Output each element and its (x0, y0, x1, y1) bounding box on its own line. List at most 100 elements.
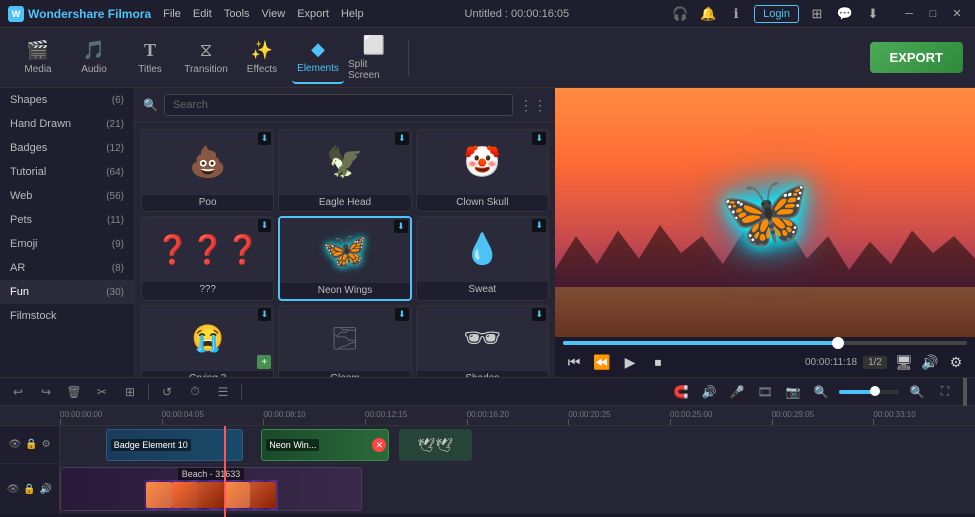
track-vis-video-icon[interactable]: 👁 (7, 484, 20, 495)
tool-media-label: Media (24, 64, 51, 75)
delete-button[interactable]: 🗑 (64, 382, 84, 402)
playhead[interactable] (224, 426, 226, 517)
sidebar-count-ar: (8) (112, 263, 124, 274)
sidebar-label-pets: Pets (10, 214, 32, 226)
track-lock-video-icon[interactable]: 🔒 (23, 484, 35, 495)
minimize-button[interactable]: ─ (899, 4, 919, 24)
film-button[interactable]: 🎞 (755, 382, 775, 402)
sidebar-item-web[interactable]: Web (56) (0, 184, 134, 208)
info-icon[interactable]: ℹ (726, 4, 746, 24)
stop-button[interactable]: ⏹ (647, 351, 669, 373)
redo-button[interactable]: ↪ (36, 382, 56, 402)
login-button[interactable]: Login (754, 5, 799, 23)
crop-button[interactable]: ⊞ (120, 382, 140, 402)
camera-button[interactable]: 📷 (783, 382, 803, 402)
sidebar-item-hand-drawn[interactable]: Hand Drawn (21) (0, 112, 134, 136)
menu-view[interactable]: View (262, 8, 286, 20)
sidebar-item-badges[interactable]: Badges (12) (0, 136, 134, 160)
thumb-qqq: ❓❓❓ ⬇ (142, 217, 273, 282)
grid-item-neon-wings[interactable]: 🦋 ⬇ Neon Wings (278, 216, 411, 301)
grid-icon[interactable]: ⊞ (807, 4, 827, 24)
menu-help[interactable]: Help (341, 8, 364, 20)
sidebar-count-badges: (12) (106, 143, 124, 154)
cut-button[interactable]: ✂ (92, 382, 112, 402)
bell-icon[interactable]: 🔔 (698, 4, 718, 24)
grid-item-clown-skull[interactable]: 🤡 ⬇ Clown Skull (416, 129, 549, 212)
grid-item-sweat[interactable]: 💧 ⬇ Sweat (416, 216, 549, 301)
menu-tools[interactable]: Tools (224, 8, 250, 20)
snap-button[interactable]: 🧲 (671, 382, 691, 402)
export-button[interactable]: EXPORT (870, 42, 963, 73)
tool-audio[interactable]: 🎵 Audio (68, 32, 120, 84)
tl-divider-2 (241, 384, 242, 400)
time-ratio[interactable]: 1/2 (863, 356, 887, 369)
clip-badge-label: Badge Element 10 (111, 439, 191, 451)
tool-elements[interactable]: ◆ Elements (292, 32, 344, 84)
video-preview: 🦋 ⏮ ⏪ ▶ ⏹ 00:00:11:18 1/2 🖥 🔊 ⚙ (555, 88, 975, 377)
sidebar-item-emoji[interactable]: Emoji (9) (0, 232, 134, 256)
grid-item-shades[interactable]: 🕶 ⬇ Shades (416, 305, 549, 377)
headset-icon[interactable]: 🎧 (670, 4, 690, 24)
grid-item-qqq[interactable]: ❓❓❓ ⬇ ??? (141, 216, 274, 301)
search-input[interactable] (164, 94, 513, 116)
step-back-button[interactable]: ⏮ (563, 351, 585, 373)
menu-file[interactable]: File (163, 8, 181, 20)
clip-beach[interactable]: Beach - 31633 (60, 467, 362, 511)
track-vis-icon[interactable]: 👁 (8, 439, 21, 450)
zoom-slider[interactable] (839, 390, 899, 394)
zoom-out-button[interactable]: 🔍 (811, 382, 831, 402)
settings-icon[interactable]: ⚙ (945, 351, 967, 373)
grid-item-eagle-head[interactable]: 🦅 ⬇ Eagle Head (278, 129, 411, 212)
clip-neon-wings[interactable]: Neon Win... ✕ (261, 429, 389, 461)
rotate-button[interactable]: ↺ (157, 382, 177, 402)
sidebar-item-tutorial[interactable]: Tutorial (64) (0, 160, 134, 184)
play-button[interactable]: ▶ (619, 351, 641, 373)
fullscreen-button[interactable]: ⛶ (935, 382, 955, 402)
tool-transition[interactable]: ⧖ Transition (180, 32, 232, 84)
clip-wing-anim[interactable]: 🕊🕊 (399, 429, 472, 461)
monitor-icon[interactable]: 🖥 (893, 351, 915, 373)
tool-titles-label: Titles (138, 64, 162, 75)
undo-button[interactable]: ↩ (8, 382, 28, 402)
grid-item-crying2[interactable]: 😭 ⬇ + Crying 2 (141, 305, 274, 377)
menu-edit[interactable]: Edit (193, 8, 212, 20)
sidebar-item-ar[interactable]: AR (8) (0, 256, 134, 280)
audio-snap-button[interactable]: 🔊 (699, 382, 719, 402)
menu-export[interactable]: Export (297, 8, 329, 20)
volume-icon[interactable]: 🔊 (919, 351, 941, 373)
close-button[interactable]: ✕ (947, 4, 967, 24)
track-lock-icon[interactable]: 🔒 (25, 439, 37, 450)
download-icon[interactable]: ⬇ (863, 4, 883, 24)
grid-view-icon[interactable]: ⋮⋮ (519, 97, 547, 114)
timer-button[interactable]: ⏱ (185, 382, 205, 402)
zoom-in-button[interactable]: 🔍 (907, 382, 927, 402)
sidebar-item-filmstock[interactable]: Filmstock (0, 304, 134, 328)
thumb-shades: 🕶 ⬇ (417, 306, 548, 371)
speech-icon[interactable]: 💬 (835, 4, 855, 24)
tool-split-screen[interactable]: ⬜ Split Screen (348, 32, 400, 84)
tool-media[interactable]: 🎬 Media (12, 32, 64, 84)
prev-frame-button[interactable]: ⏪ (591, 351, 613, 373)
clip-badge-element[interactable]: Badge Element 10 (106, 429, 243, 461)
track-audio-icon[interactable]: 🔊 (40, 484, 52, 495)
grid-item-poo[interactable]: 💩 ⬇ Poo (141, 129, 274, 212)
track-header-elements: 👁 🔒 ⚙ (0, 426, 60, 463)
split-screen-icon: ⬜ (363, 35, 385, 56)
maximize-button[interactable]: □ (923, 4, 943, 24)
sidebar-item-fun[interactable]: Fun (30) (0, 280, 134, 304)
sidebar-label-badges: Badges (10, 142, 47, 154)
clip-beach-label: Beach - 31633 (178, 468, 245, 480)
mic-button[interactable]: 🎤 (727, 382, 747, 402)
list-button[interactable]: ☰ (213, 382, 233, 402)
track-settings-icon[interactable]: ⚙ (42, 439, 51, 450)
sidebar-item-shapes[interactable]: Shapes (6) (0, 88, 134, 112)
video-progress-bar[interactable] (563, 341, 967, 345)
scene-wings: 🦋 (555, 88, 975, 337)
tool-titles[interactable]: T Titles (124, 32, 176, 84)
grid-item-gloom[interactable]: 🌫 ⬇ Gloom (278, 305, 411, 377)
sidebar-count-emoji: (9) (112, 239, 124, 250)
tool-effects[interactable]: ✨ Effects (236, 32, 288, 84)
tool-elements-label: Elements (297, 63, 339, 74)
timeline-handle[interactable] (963, 378, 967, 406)
sidebar-item-pets[interactable]: Pets (11) (0, 208, 134, 232)
